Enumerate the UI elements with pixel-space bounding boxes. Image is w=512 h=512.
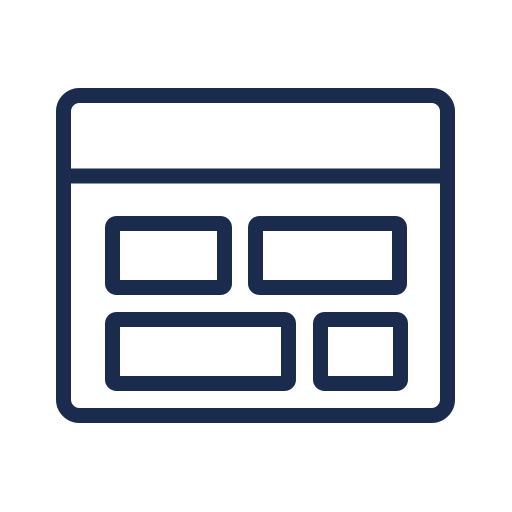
dashboard-layout-icon: [56, 88, 455, 423]
content-block-bottom-right: [313, 312, 408, 391]
content-block-top-left: [105, 216, 232, 295]
content-block-bottom-left: [105, 312, 296, 391]
icon-canvas: [0, 0, 512, 512]
content-block-top-right: [248, 216, 407, 295]
